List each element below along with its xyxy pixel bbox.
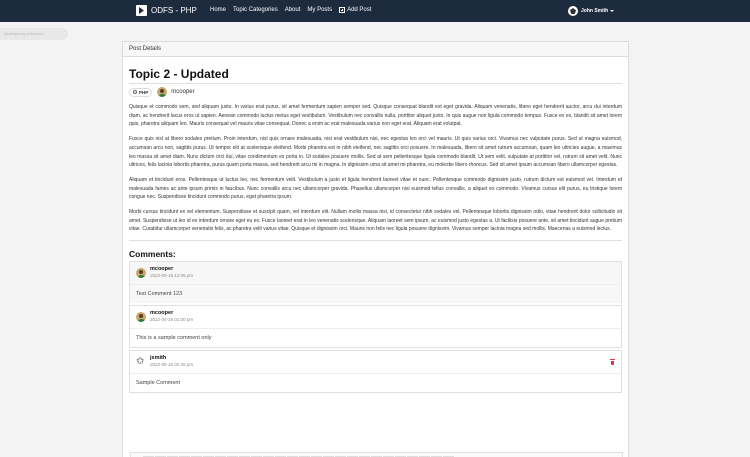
comment-item: mcooper 2022-05-16 01:00 pm This is a sa… bbox=[129, 305, 622, 349]
post-content: Quisque et commodo sem, sed aliquam just… bbox=[129, 103, 622, 242]
nav-home[interactable]: Home bbox=[210, 7, 226, 13]
post-meta: PHP mcooper bbox=[129, 87, 622, 97]
comment-user: jsmith bbox=[150, 355, 167, 362]
post-title: Topic 2 - Updated bbox=[129, 67, 622, 84]
avatar bbox=[136, 268, 146, 279]
nav-topic-categories[interactable]: Topic Categories bbox=[233, 7, 278, 13]
post-paragraph: Fusce quis nisl at libero sodales pretiu… bbox=[129, 136, 622, 169]
star-icon: ✩ bbox=[136, 356, 145, 368]
comment-text: This is a sample comment only bbox=[130, 328, 621, 347]
comment-header: ✩ jsmith 2022-05-16 02:26 pm bbox=[130, 351, 621, 373]
comment-user: mcooper bbox=[150, 266, 174, 273]
author-avatar bbox=[157, 87, 168, 97]
comments-heading: Comments: bbox=[129, 249, 176, 260]
author-name: mcooper bbox=[171, 89, 195, 95]
comment-date: 2022-05-16 12:05 pm bbox=[150, 273, 194, 279]
card-header: Post Details bbox=[123, 42, 628, 57]
circle-icon bbox=[133, 90, 137, 94]
comment-date: 2022-05-16 01:00 pm bbox=[150, 317, 194, 323]
comment-date: 2022-05-16 02:26 pm bbox=[150, 362, 194, 368]
caret-down-icon bbox=[610, 10, 615, 12]
comment-header: mcooper 2022-05-16 12:05 pm bbox=[130, 262, 621, 285]
brand-link[interactable]: ODFS - PHP bbox=[136, 5, 197, 16]
comment-editor[interactable] bbox=[130, 452, 623, 457]
category-label: PHP bbox=[139, 89, 149, 95]
brand-name: ODFS - PHP bbox=[151, 6, 197, 15]
comment-item: ✩ jsmith 2022-05-16 02:26 pm Sample Comm… bbox=[129, 350, 622, 394]
post-paragraph: Aliquam et tincidunt eros. Pellentesque … bbox=[129, 176, 622, 201]
user-menu-toggle[interactable]: John Smith bbox=[568, 6, 615, 16]
soccer-ball-icon bbox=[568, 6, 578, 16]
comment-text: Sample Comment bbox=[130, 373, 621, 392]
nav-about[interactable]: About bbox=[285, 7, 301, 13]
post-paragraph: Quisque et commodo sem, sed aliquam just… bbox=[129, 104, 622, 128]
post-details-card: Post Details Topic 2 - Updated PHP mcoop… bbox=[122, 41, 629, 457]
plus-square-icon bbox=[339, 7, 346, 13]
nav-my-posts[interactable]: My Posts bbox=[307, 7, 332, 13]
comment-user: mcooper bbox=[150, 310, 174, 317]
trash-icon[interactable] bbox=[610, 359, 615, 366]
comment-item: mcooper 2022-05-16 12:05 pm Test Comment… bbox=[129, 261, 622, 304]
comment-header: mcooper 2022-05-16 01:00 pm bbox=[130, 306, 621, 328]
post-paragraph: Morbi cursus tincidunt ex vel elementum.… bbox=[129, 209, 622, 233]
category-badge[interactable]: PHP bbox=[129, 87, 153, 97]
avatar bbox=[136, 312, 146, 323]
post-body: Topic 2 - Updated PHP mcooper Quisque et… bbox=[123, 57, 628, 394]
top-navbar: ODFS - PHP Home Topic Categories About M… bbox=[0, 0, 750, 22]
nav-add-post[interactable]: Add Post bbox=[339, 7, 371, 13]
nav-links: Home Topic Categories About My Posts Add… bbox=[210, 7, 371, 13]
nav-add-post-label: Add Post bbox=[347, 7, 372, 13]
play-logo-icon bbox=[136, 5, 147, 16]
developer-badge: Developed by mcbeend-1 bbox=[0, 28, 68, 40]
comment-text: Test Comment 123 bbox=[130, 284, 621, 304]
user-name: John Smith bbox=[581, 8, 609, 14]
